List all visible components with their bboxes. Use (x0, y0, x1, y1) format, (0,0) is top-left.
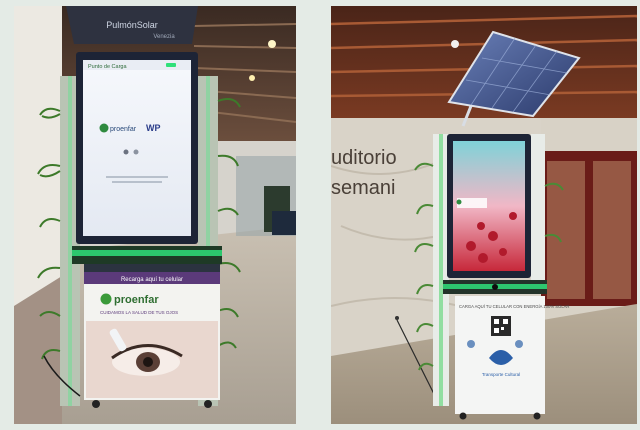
sponsor-logo-icon (467, 340, 475, 348)
left-distant-bench (272, 211, 296, 235)
right-cabinet-header: CARGA AQUÍ TU CELULAR CON ENERGÍA 100% S… (459, 304, 569, 309)
left-ceiling-light (268, 40, 276, 48)
sponsor-logo-icon-2 (515, 340, 523, 348)
left-photo-scene: PulmónSolar Venezia Punto de Carga proen… (14, 6, 296, 424)
right-photo: uditorio semani CARGA AQUÍ TU CELULAR CO… (331, 6, 637, 424)
wall-lettering-1: uditorio (331, 147, 397, 169)
sponsor-icon (123, 149, 129, 155)
security-camera (451, 40, 459, 48)
cabinet-brand-icon (100, 293, 112, 305)
right-cabinet-footer: Transporte Cultural (482, 372, 520, 377)
canopy-text: PulmónSolar (106, 20, 158, 30)
wall-outlet (395, 316, 399, 320)
right-wheel (459, 412, 467, 420)
proenfar-logo-icon (99, 123, 109, 133)
cabinet-brand: proenfar (114, 294, 159, 306)
cabinet-tagline: CUIDAMOS LA SALUD DE TUS OJOS (100, 310, 178, 315)
right-kiosk-column-right (531, 134, 545, 294)
right-wheel-2 (533, 412, 541, 420)
left-ceiling-light-2 (249, 75, 255, 81)
right-photo-scene: uditorio semani CARGA AQUÍ TU CELULAR CO… (331, 6, 637, 424)
battery-icon (166, 63, 176, 67)
left-wheel (92, 400, 100, 408)
screen-logo-left: proenfar (110, 126, 137, 133)
left-wheel-2 (204, 400, 212, 408)
screen-caption-box (457, 198, 487, 208)
wall-lettering-2: semani (331, 177, 395, 199)
canopy-subtext: Venezia (153, 34, 175, 40)
cabinet-header: Recarga aquí tu celular (121, 277, 183, 283)
photo-separator (296, 0, 331, 430)
sponsor-icon-2 (133, 149, 139, 155)
screen-logo-right: WP (146, 123, 161, 133)
shelf-camera (492, 284, 498, 290)
left-photo: PulmónSolar Venezia Punto de Carga proen… (14, 6, 296, 424)
left-screen-display (83, 60, 191, 236)
screen-header: Punto de Carga (88, 64, 127, 70)
